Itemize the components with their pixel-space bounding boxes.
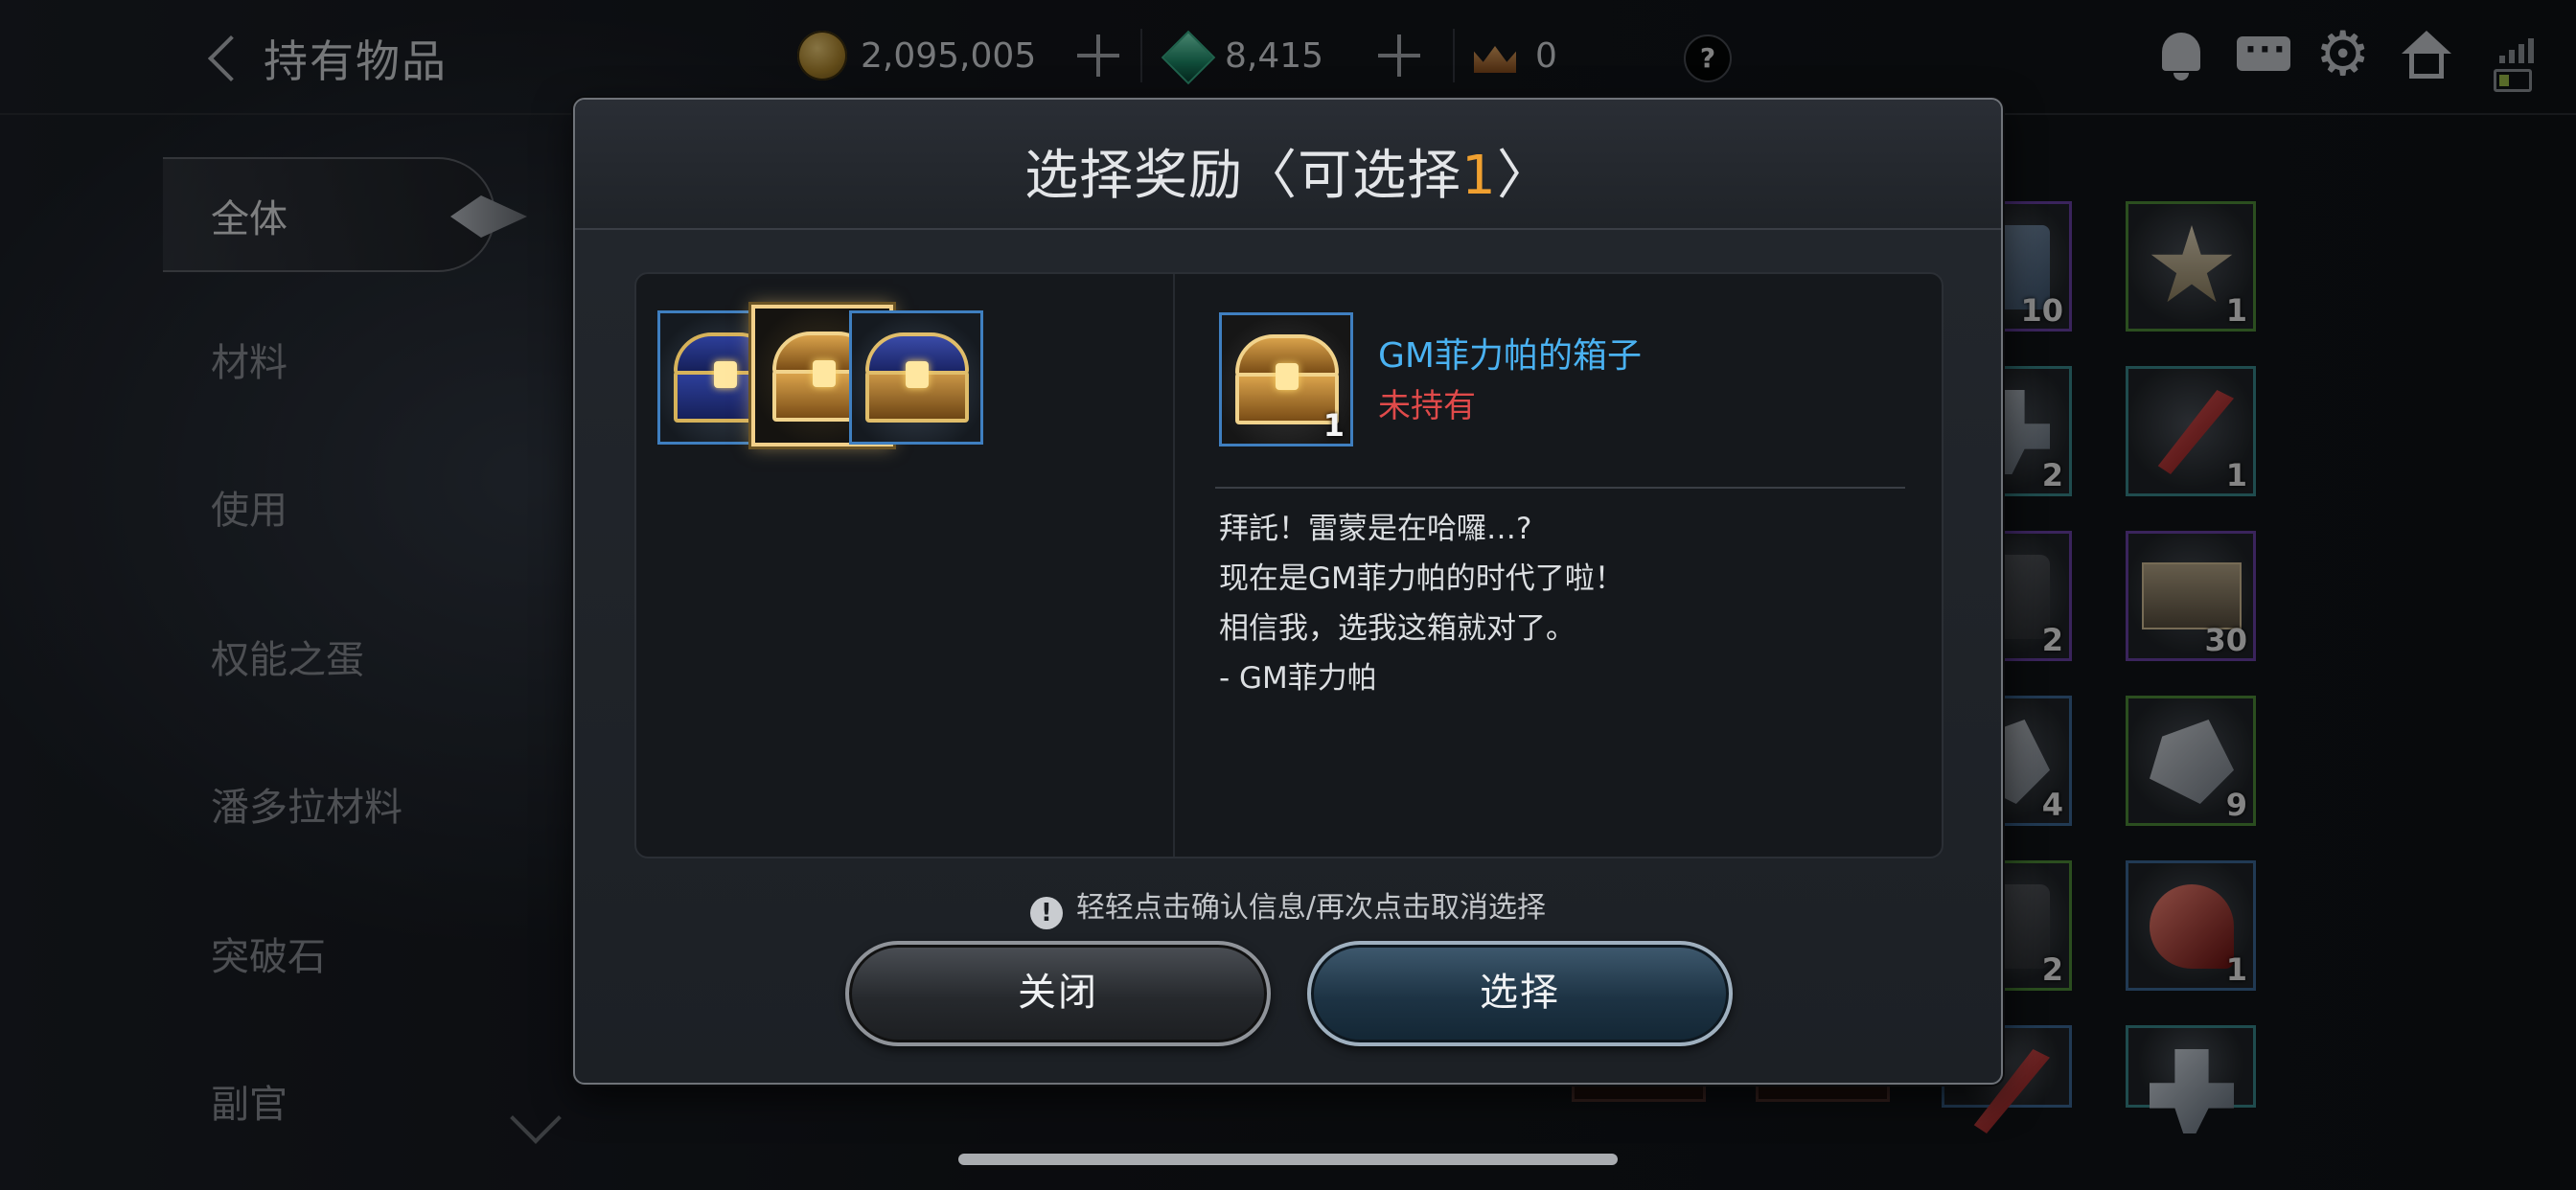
item-description: 拜託！雷蒙是在哈囉…? 现在是GM菲力帕的时代了啦！ 相信我，选我这箱就对了。 … (1219, 512, 1624, 696)
exclamation-icon: ! (1029, 897, 1063, 929)
item-name: GM菲力帕的箱子 (1378, 336, 1642, 376)
title-bracket: 〉 (1496, 145, 1552, 207)
hint-label: 轻轻点击确认信息/再次点击取消选择 (1075, 891, 1547, 925)
title-text: 选择奖励〈可选择 (1024, 145, 1462, 207)
dialog-header: 选择奖励〈可选择1〉 (575, 100, 2001, 230)
item-quantity: 1 (1322, 407, 1345, 444)
select-button[interactable]: 选择 (1307, 941, 1733, 1046)
home-indicator[interactable] (958, 1154, 1618, 1165)
selected-item-icon: 1 (1219, 312, 1353, 446)
reward-panel: 1 GM菲力帕的箱子 未持有 拜託！雷蒙是在哈囉…? 现在是GM菲力帕的时代了啦… (634, 272, 1944, 858)
blue-gold-chest-icon (865, 332, 969, 423)
panel-divider (1173, 274, 1175, 857)
selectable-count: 1 (1461, 145, 1497, 207)
dialog-title: 选择奖励〈可选择1〉 (575, 132, 2001, 210)
reward-select-dialog: 选择奖励〈可选择1〉 1 GM菲力帕的箱子 未持有 拜託！雷蒙是在哈囉…? 现在… (573, 98, 2003, 1085)
hint-text: ! 轻轻点击确认信息/再次点击取消选择 (575, 883, 2001, 929)
detail-divider (1215, 487, 1905, 489)
ownership-status: 未持有 (1378, 387, 1476, 425)
reward-option-mixed-chest[interactable] (849, 310, 983, 445)
close-button[interactable]: 关闭 (845, 941, 1271, 1046)
